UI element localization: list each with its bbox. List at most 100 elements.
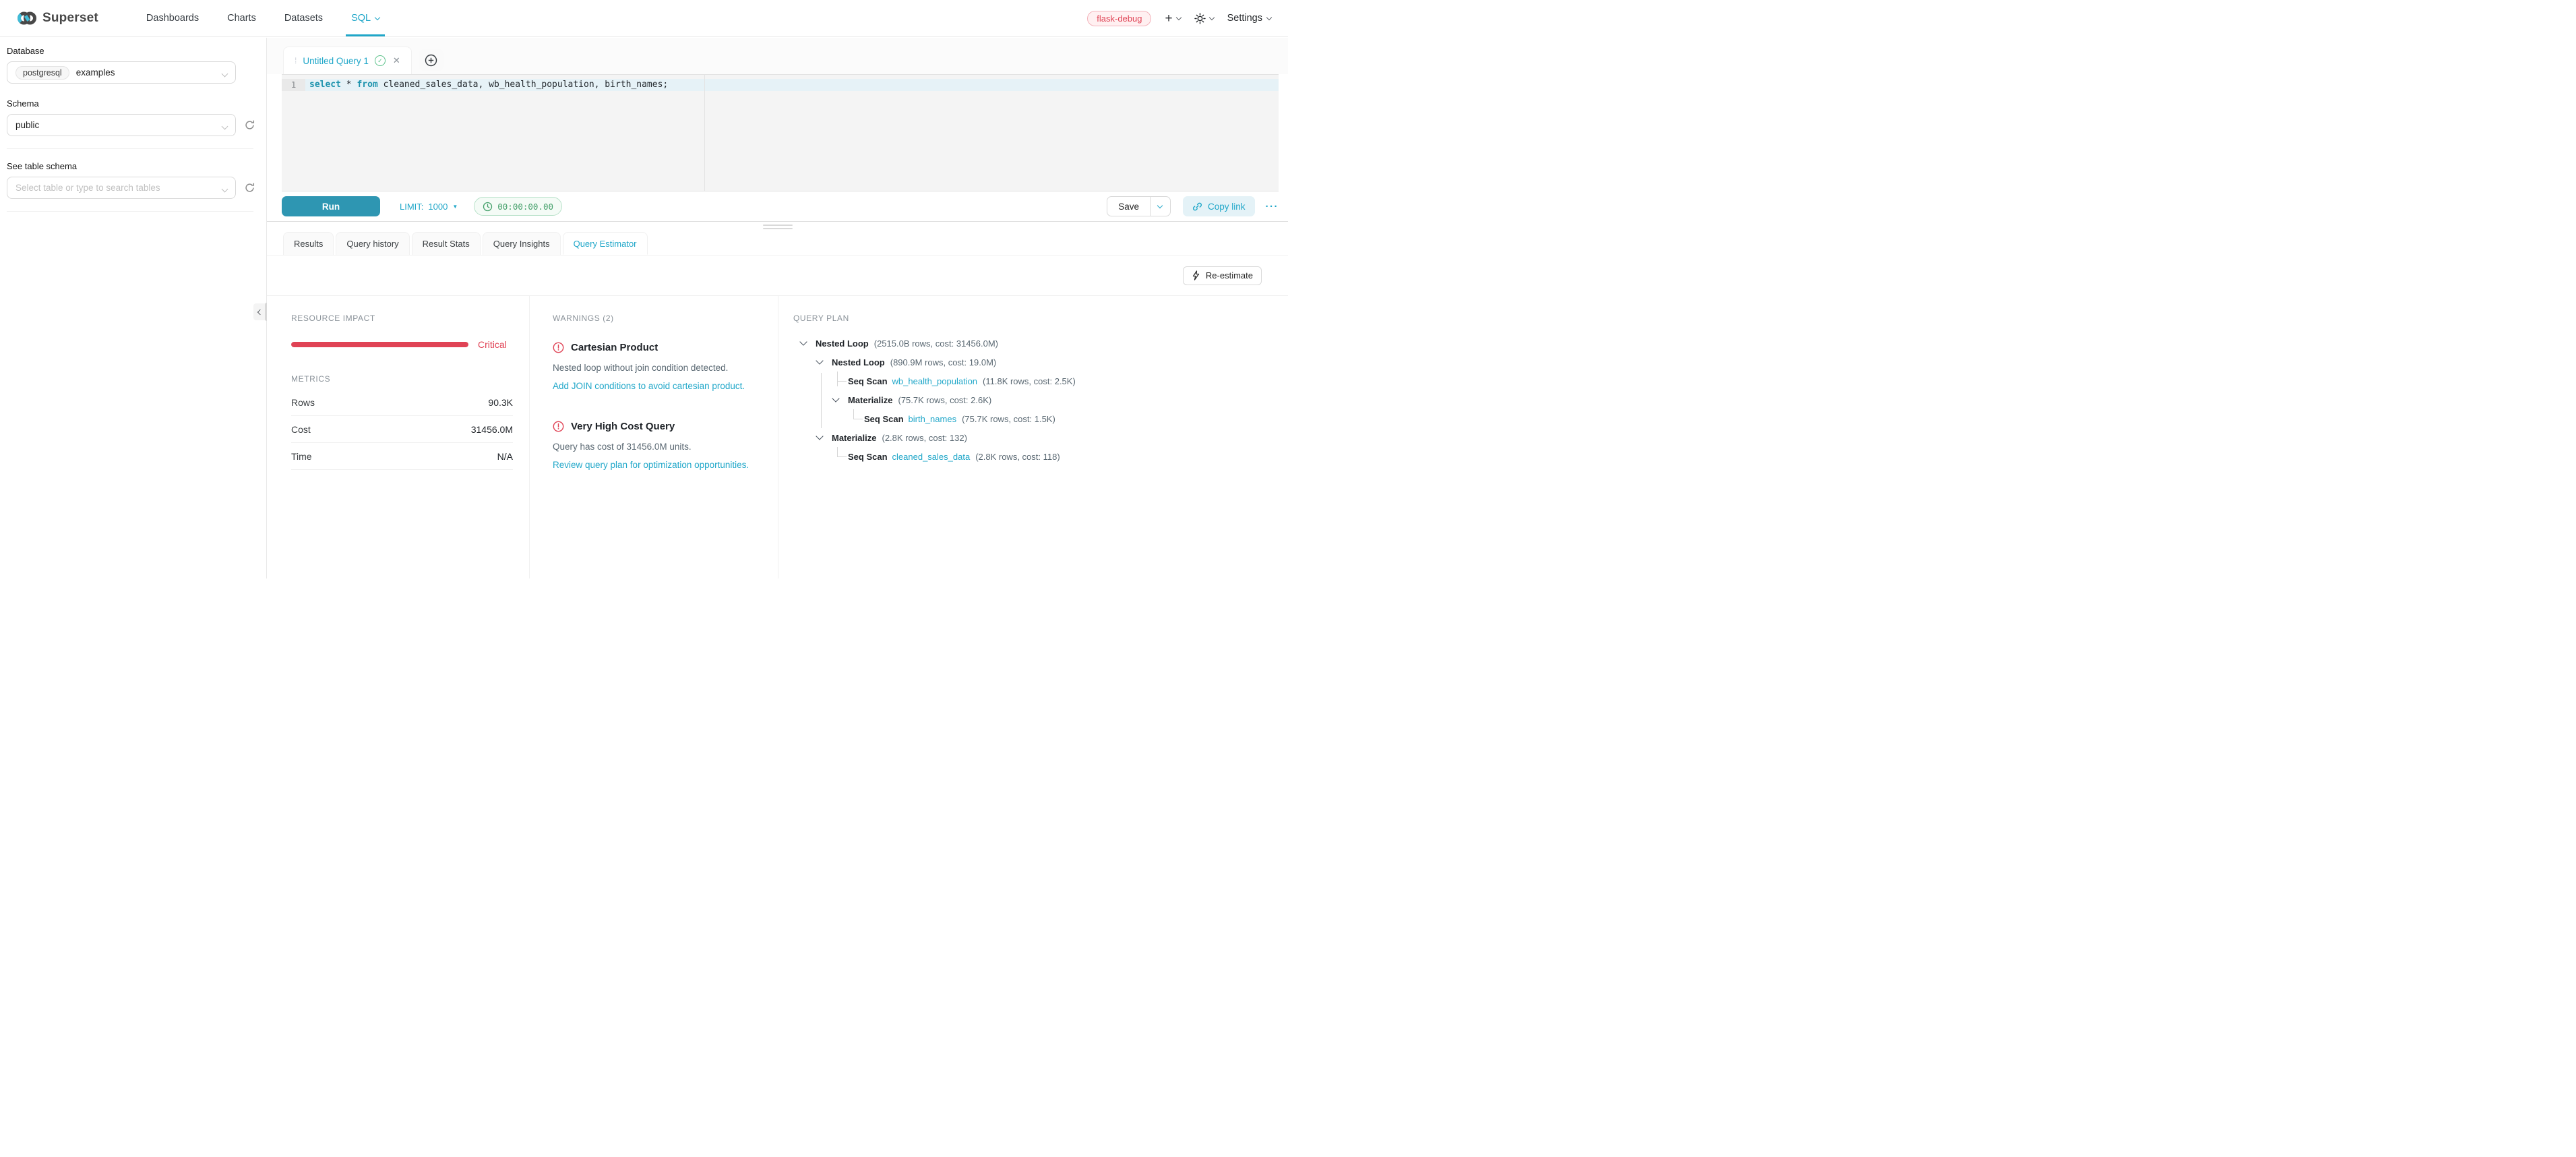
query-timer: 00:00:00.00 (474, 197, 562, 216)
tree-collapse-toggle[interactable] (801, 342, 816, 345)
tab-query-insights[interactable]: Query Insights (483, 232, 561, 255)
splitter-grip[interactable] (267, 222, 1288, 229)
clock-icon (483, 202, 493, 212)
chevron-down-icon (1208, 14, 1214, 20)
sqllab-main: ⁞ Untitled Query 1 ✓ ✕ 1 select * from c… (267, 38, 1288, 578)
nav-links: Dashboards Charts Datasets SQL (132, 0, 394, 36)
estimator-header: Re-estimate (267, 256, 1288, 296)
tree-guide-line (837, 447, 838, 456)
database-select[interactable]: postgresql examples (7, 61, 236, 84)
chevron-down-icon (816, 357, 823, 364)
nav-item-charts[interactable]: Charts (213, 0, 270, 36)
query-plan-column: QUERY PLAN Nested Loop (2515.0B rows, co… (778, 296, 1288, 578)
warning-item: Cartesian Product Nested loop without jo… (553, 342, 762, 391)
estimator-columns: RESOURCE IMPACT Critical METRICS Rows 90… (267, 296, 1288, 578)
navbar: Superset Dashboards Charts Datasets SQL … (0, 0, 1288, 37)
sidebar-divider (7, 148, 253, 149)
query-tab-title: Untitled Query 1 (303, 56, 369, 66)
impact-level-label: Critical (478, 339, 507, 350)
nav-item-dashboards[interactable]: Dashboards (132, 0, 213, 36)
plan-node: Seq Scan wb_health_population (11.8K row… (793, 372, 1272, 390)
saved-check-icon: ✓ (375, 55, 386, 66)
plan-node: Nested Loop (890.9M rows, cost: 19.0M) (793, 353, 1272, 372)
brand-name: Superset (42, 11, 98, 26)
close-tab-icon[interactable]: ✕ (393, 55, 400, 66)
table-schema-label: See table schema (7, 161, 266, 171)
schema-select[interactable]: public (7, 114, 236, 136)
drag-handle-icon[interactable]: ⁞ (295, 57, 297, 64)
chevron-down-icon (1157, 202, 1163, 208)
tree-guide-line (837, 372, 838, 386)
sidebar-divider (7, 211, 253, 212)
tab-results[interactable]: Results (283, 232, 334, 255)
settings-menu[interactable]: Settings (1227, 13, 1271, 24)
query-plan-tree: Nested Loop (2515.0B rows, cost: 31456.0… (793, 334, 1272, 466)
environment-badge: flask-debug (1087, 11, 1151, 26)
sql-editor[interactable]: 1 select * from cleaned_sales_data, wb_h… (282, 74, 1279, 191)
plan-table-link[interactable]: wb_health_population (892, 376, 978, 386)
warning-suggestion-link[interactable]: Review query plan for optimization oppor… (553, 460, 762, 470)
warning-exclamation-icon (553, 421, 564, 432)
warning-title: Cartesian Product (571, 342, 658, 353)
resource-impact-title: RESOURCE IMPACT (291, 314, 513, 323)
tab-query-history[interactable]: Query history (336, 232, 409, 255)
chevron-down-icon (816, 432, 823, 440)
tab-query-estimator[interactable]: Query Estimator (563, 232, 648, 255)
line-number: 1 (282, 79, 305, 91)
save-button[interactable]: Save (1107, 197, 1150, 216)
warning-description: Nested loop without join condition detec… (553, 363, 762, 373)
chevron-down-icon (222, 185, 228, 192)
reestimate-button[interactable]: Re-estimate (1183, 266, 1262, 285)
nav-item-datasets[interactable]: Datasets (270, 0, 337, 36)
chevron-down-icon (222, 123, 228, 129)
refresh-schemas-icon[interactable] (244, 119, 255, 131)
warning-description: Query has cost of 31456.0M units. (553, 442, 762, 452)
impact-progress-bar (291, 342, 468, 347)
chevron-down-icon (222, 70, 228, 77)
metric-row-rows: Rows 90.3K (291, 389, 513, 416)
add-query-tab-button[interactable] (419, 49, 444, 71)
schema-value: public (16, 120, 39, 130)
sql-code-line[interactable]: select * from cleaned_sales_data, wb_hea… (309, 79, 668, 91)
tab-result-stats[interactable]: Result Stats (412, 232, 481, 255)
run-button[interactable]: Run (282, 196, 380, 216)
tree-guide-line (821, 373, 822, 428)
limit-dropdown[interactable]: LIMIT: 1000 ▼ (400, 202, 458, 212)
sqllab-sidebar: Database postgresql examples Schema publ… (0, 38, 267, 578)
nav-item-sql[interactable]: SQL (337, 0, 394, 36)
tree-collapse-toggle[interactable] (833, 398, 848, 401)
warnings-column: WARNINGS (2) Cartesian Product Nested lo… (530, 296, 778, 578)
warnings-title: WARNINGS (2) (553, 314, 762, 323)
plan-table-link[interactable]: birth_names (909, 414, 957, 424)
copy-link-button[interactable]: Copy link (1183, 196, 1255, 216)
plan-node: Seq Scan cleaned_sales_data (2.8K rows, … (793, 447, 1272, 466)
chevron-left-icon (257, 309, 263, 314)
theme-menu[interactable] (1194, 13, 1214, 24)
plan-node: Seq Scan birth_names (75.7K rows, cost: … (793, 409, 1272, 428)
query-tab[interactable]: ⁞ Untitled Query 1 ✓ ✕ (283, 47, 412, 74)
new-item-menu[interactable]: + (1165, 12, 1180, 25)
resource-impact-column: RESOURCE IMPACT Critical METRICS Rows 90… (267, 296, 530, 578)
warning-suggestion-link[interactable]: Add JOIN conditions to avoid cartesian p… (553, 381, 762, 391)
metric-row-cost: Cost 31456.0M (291, 416, 513, 443)
more-actions-button[interactable]: ··· (1266, 201, 1279, 212)
save-options-button[interactable] (1150, 197, 1170, 216)
plan-node: Materialize (2.8K rows, cost: 132) (793, 428, 1272, 447)
print-margin-line (704, 75, 705, 191)
table-select[interactable]: Select table or type to search tables (7, 177, 236, 199)
impact-progress-track (291, 342, 468, 347)
plan-table-link[interactable]: cleaned_sales_data (892, 452, 971, 462)
tree-guide-line (853, 409, 854, 419)
collapse-sidebar-button[interactable] (253, 303, 265, 320)
timer-value: 00:00:00.00 (497, 202, 553, 212)
plan-node: Materialize (75.7K rows, cost: 2.6K) (793, 390, 1272, 409)
chevron-down-icon (375, 14, 380, 20)
tree-collapse-toggle[interactable] (817, 361, 832, 363)
refresh-tables-icon[interactable] (244, 182, 255, 194)
tree-collapse-toggle[interactable] (817, 436, 832, 439)
save-split-button: Save (1107, 196, 1171, 216)
warning-item: Very High Cost Query Query has cost of 3… (553, 421, 762, 470)
chevron-down-icon (832, 394, 839, 402)
chevron-down-icon (1175, 14, 1181, 20)
superset-logo[interactable]: Superset (17, 0, 98, 36)
